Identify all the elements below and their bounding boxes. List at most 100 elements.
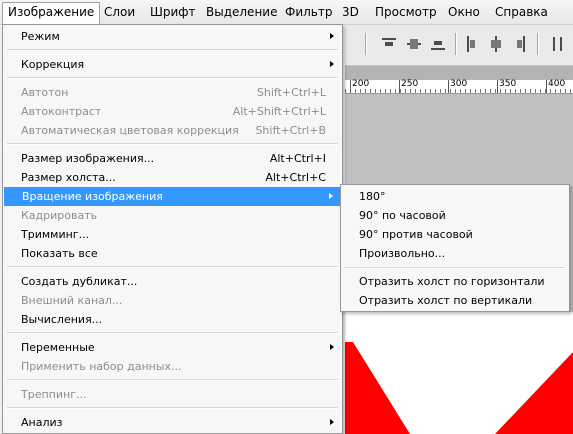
menu-item-image-size[interactable]: Размер изображения... Alt+Ctrl+I [3,149,342,168]
ruler-label: 400 [548,79,566,89]
menu-item-label: Тримминг... [21,228,90,241]
menu-bar: Изображение Слои Шрифт Выделение Фильтр … [0,0,573,25]
menu-item-apply-data-set: Применить набор данных... [3,357,342,376]
menu-item-adjustments[interactable]: Коррекция [3,55,342,74]
horizontal-ruler: 200 250 300 350 400 [345,80,573,94]
menubar-3d[interactable]: 3D [337,3,364,21]
submenu-arrow-icon [330,419,334,425]
submenu-item-rotate-180[interactable]: 180° [341,187,569,206]
menubar-window[interactable]: Окно [443,3,485,21]
menu-separator [7,77,338,79]
menu-item-label: Режим [21,30,60,43]
ruler-label: 200 [352,79,370,89]
menu-item-label: Размер холста... [21,171,116,184]
menu-separator [7,266,338,268]
ruler-tick [546,80,547,93]
submenu-item-label: Отразить холст по горизонтали [359,275,545,288]
menu-item-label: Треппинг... [21,388,87,401]
menubar-help[interactable]: Справка [490,3,553,21]
menu-item-auto-color: Автоматическая цветовая коррекция Shift+… [3,121,342,140]
menubar-layers[interactable]: Слои [99,3,140,21]
document-canvas[interactable] [345,312,573,434]
align-vcenter-icon[interactable] [407,36,421,52]
ruler-label: 350 [499,79,517,89]
menu-item-mode[interactable]: Режим [3,27,342,46]
menu-separator [7,143,338,145]
menu-item-shortcut: Alt+Ctrl+C [265,171,326,184]
submenu-item-label: 180° [359,190,386,203]
menu-separator [7,379,338,381]
submenu-arrow-icon [330,61,334,67]
submenu-item-rotate-90-cw[interactable]: 90° по часовой [341,206,569,225]
distribute-icon[interactable] [551,36,565,52]
menu-item-label: Вычисления... [21,313,103,326]
menu-separator [345,267,565,269]
toolbar-separator [455,33,457,55]
menu-item-calculations[interactable]: Вычисления... [3,310,342,329]
menu-item-label: Переменные [21,341,95,354]
document-tab-strip [345,66,573,80]
ruler-tick [350,80,351,93]
align-right-icon[interactable] [512,36,526,52]
menu-item-label: Внешний канал... [21,294,123,307]
submenu-arrow-icon [330,344,334,350]
rotation-submenu: 180° 90° по часовой 90° против часовой П… [340,184,570,312]
menubar-filter[interactable]: Фильтр [280,3,337,21]
align-top-icon[interactable] [382,36,396,52]
menu-item-canvas-size[interactable]: Размер холста... Alt+Ctrl+C [3,168,342,187]
submenu-arrow-icon [330,33,334,39]
submenu-item-rotate-90-ccw[interactable]: 90° против часовой [341,225,569,244]
menu-separator [7,407,338,409]
menu-item-apply-image: Внешний канал... [3,291,342,310]
canvas-artwork [345,342,573,434]
align-bottom-icon[interactable] [431,36,445,52]
menu-item-label: Коррекция [21,58,85,71]
align-left-icon[interactable] [466,36,480,52]
menubar-select[interactable]: Выделение [201,3,282,21]
menu-separator [7,49,338,51]
submenu-item-arbitrary[interactable]: Произвольно... [341,244,569,263]
menu-item-duplicate[interactable]: Создать дубликат... [3,272,342,291]
menu-item-variables[interactable]: Переменные [3,338,342,357]
submenu-item-flip-vertical[interactable]: Отразить холст по вертикали [341,291,569,310]
submenu-item-label: Произвольно... [359,247,446,260]
menu-item-image-rotation[interactable]: Вращение изображения [4,187,341,206]
menubar-image[interactable]: Изображение [2,2,101,24]
menu-item-shortcut: Shift+Ctrl+L [256,86,326,99]
menu-item-auto-tone: Автотон Shift+Ctrl+L [3,83,342,102]
ruler-label: 250 [401,79,419,89]
ruler-tick [399,80,400,93]
menu-item-analysis[interactable]: Анализ [3,413,342,432]
menubar-type[interactable]: Шрифт [145,3,201,21]
menu-item-shortcut: Shift+Ctrl+B [255,124,326,137]
menu-item-reveal-all[interactable]: Показать все [3,244,342,263]
menu-item-label: Анализ [21,416,63,429]
toolbar-separator [537,33,539,55]
submenu-item-label: 90° по часовой [359,209,446,222]
menu-item-auto-contrast: Автоконтраст Alt+Shift+Ctrl+L [3,102,342,121]
menu-item-label: Создать дубликат... [21,275,138,288]
menubar-view[interactable]: Просмотр [370,3,442,21]
menu-item-crop: Кадрировать [3,206,342,225]
options-toolbar [345,25,573,66]
menu-item-label: Автотон [21,86,69,99]
submenu-item-flip-horizontal[interactable]: Отразить холст по горизонтали [341,272,569,291]
menu-item-label: Автоконтраст [21,105,102,118]
menu-item-label: Вращение изображения [22,190,163,203]
toolbar-separator [365,33,367,55]
menu-item-shortcut: Alt+Ctrl+I [269,152,326,165]
ruler-tick [497,80,498,93]
menu-item-label: Автоматическая цветовая коррекция [21,124,239,137]
ruler-tick [448,80,449,93]
menu-item-shortcut: Alt+Shift+Ctrl+L [232,105,326,118]
red-shape-left [345,342,410,434]
align-hcenter-icon[interactable] [489,36,503,52]
menu-separator [7,332,338,334]
menu-item-trim[interactable]: Тримминг... [3,225,342,244]
submenu-item-label: 90° против часовой [359,228,473,241]
submenu-item-label: Отразить холст по вертикали [359,294,533,307]
menu-item-label: Применить набор данных... [21,360,182,373]
menu-item-label: Кадрировать [21,209,98,222]
menu-item-label: Размер изображения... [21,152,155,165]
menu-item-trap: Треппинг... [3,385,342,404]
